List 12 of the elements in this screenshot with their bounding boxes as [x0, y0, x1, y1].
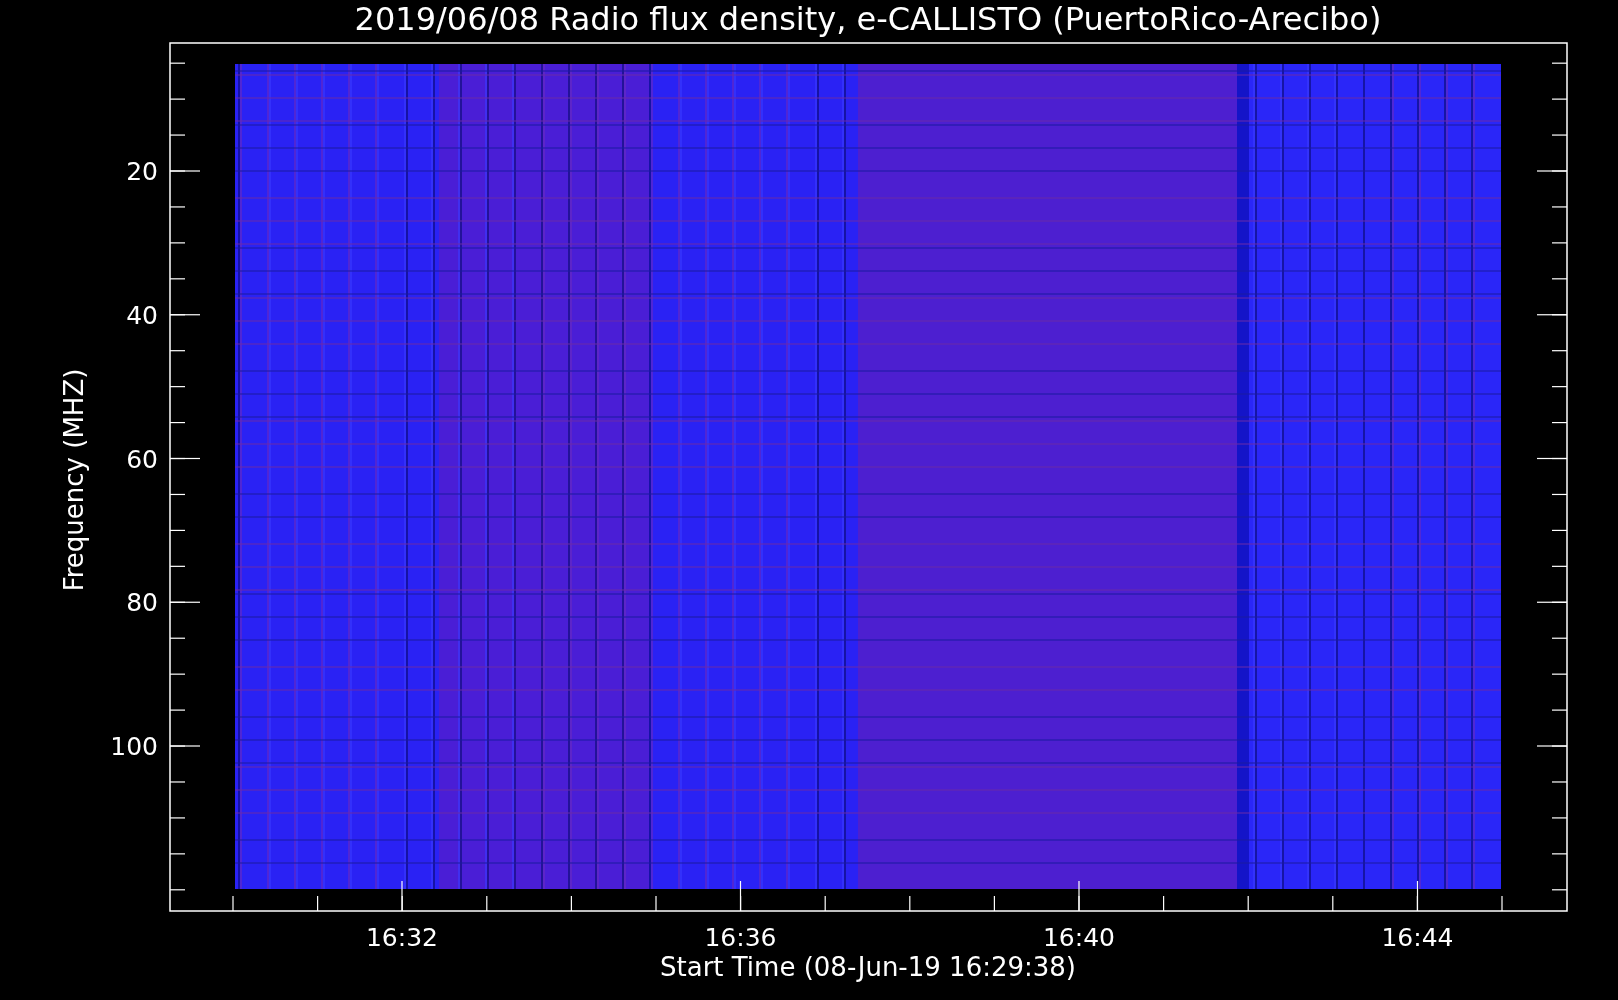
plot-title: 2019/06/08 Radio flux density, e-CALLISTO (PuertoRico-Arecibo) [354, 0, 1382, 38]
x-axis-label: Start Time (08-Jun-19 16:29:38) [660, 952, 1076, 982]
tick-label: 20 [126, 157, 158, 186]
tick-label: 16:36 [704, 923, 777, 952]
y-axis-label: Frequency (MHZ) [59, 368, 89, 592]
tick-label: 16:44 [1381, 923, 1454, 952]
tick-label: 80 [126, 588, 158, 618]
tick-label: 16:32 [366, 923, 438, 952]
tick-label: 60 [126, 444, 158, 474]
tick-label: 100 [110, 732, 158, 761]
tick-label: 40 [126, 300, 158, 330]
tick-label: 16:40 [1043, 923, 1115, 952]
